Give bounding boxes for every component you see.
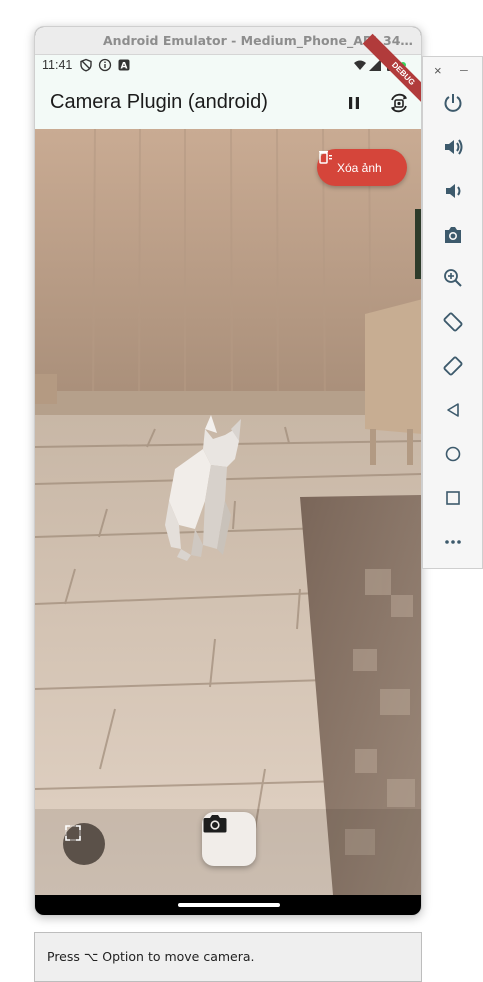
- back-button[interactable]: [437, 394, 469, 426]
- camera-icon: [203, 815, 227, 833]
- hint-panel: Press ⌥ Option to move camera.: [34, 932, 422, 982]
- capture-photo-button[interactable]: [202, 812, 256, 866]
- a-badge-icon: A: [118, 59, 130, 72]
- status-time: 11:41: [42, 58, 73, 72]
- overview-icon: [446, 491, 460, 505]
- zoom-button[interactable]: [437, 262, 469, 294]
- more-icon: [445, 540, 461, 544]
- zoom-icon: [444, 269, 462, 287]
- window-title-bar[interactable]: Android Emulator - Medium_Phone_API_34-e…: [35, 27, 421, 55]
- hint-text: Press ⌥ Option to move camera.: [47, 949, 255, 964]
- camera-icon: [445, 227, 461, 243]
- volume-down-button[interactable]: [437, 175, 469, 207]
- emulator-window: Android Emulator - Medium_Phone_API_34-e…: [34, 26, 422, 916]
- wifi-icon: [354, 60, 366, 70]
- app-title: Camera Plugin (android): [50, 91, 268, 113]
- delete-photo-button[interactable]: Xóa ảnh: [317, 149, 407, 186]
- svg-text:A: A: [121, 62, 128, 72]
- rotate-left-button[interactable]: [437, 306, 469, 338]
- expand-frame-icon: [65, 825, 81, 841]
- emulator-side-toolbar: × –: [422, 56, 483, 569]
- camera-scene: [35, 129, 421, 895]
- toolbar-minimize-button[interactable]: –: [460, 61, 468, 77]
- home-icon: [445, 446, 461, 462]
- switch-camera-icon: [391, 93, 407, 113]
- more-options-button[interactable]: [437, 526, 469, 558]
- rotate-right-button[interactable]: [437, 350, 469, 382]
- rotate-left-icon: [443, 312, 463, 332]
- phone-screen: 11:41 A Camera Plugin (android) DEBUG Xó…: [35, 33, 421, 915]
- info-icon: [98, 58, 112, 72]
- camera-preview[interactable]: Xóa ảnh: [35, 129, 421, 895]
- status-bar: 11:41 A: [35, 55, 421, 77]
- screenshot-button[interactable]: [437, 219, 469, 251]
- home-button[interactable]: [437, 438, 469, 470]
- delete-icon: [319, 151, 332, 164]
- pause-icon: [349, 97, 359, 109]
- app-bar: Camera Plugin (android): [35, 77, 421, 129]
- volume-down-icon: [446, 184, 461, 198]
- overview-button[interactable]: [437, 482, 469, 514]
- gesture-nav-bar: [35, 895, 421, 915]
- volume-up-icon: [445, 139, 463, 155]
- toolbar-close-button[interactable]: ×: [434, 63, 442, 78]
- volume-up-button[interactable]: [437, 131, 469, 163]
- delete-photo-label: Xóa ảnh: [337, 160, 382, 175]
- desktop: Android Emulator - Medium_Phone_API_34-e…: [0, 0, 483, 982]
- pause-button[interactable]: [338, 87, 370, 119]
- back-icon: [447, 403, 459, 417]
- home-gesture-pill[interactable]: [178, 903, 280, 907]
- gallery-thumbnail-button[interactable]: [63, 823, 105, 865]
- shield-icon: [80, 58, 92, 72]
- rotate-right-icon: [443, 356, 463, 376]
- power-icon: [444, 94, 462, 112]
- power-button[interactable]: [437, 87, 469, 119]
